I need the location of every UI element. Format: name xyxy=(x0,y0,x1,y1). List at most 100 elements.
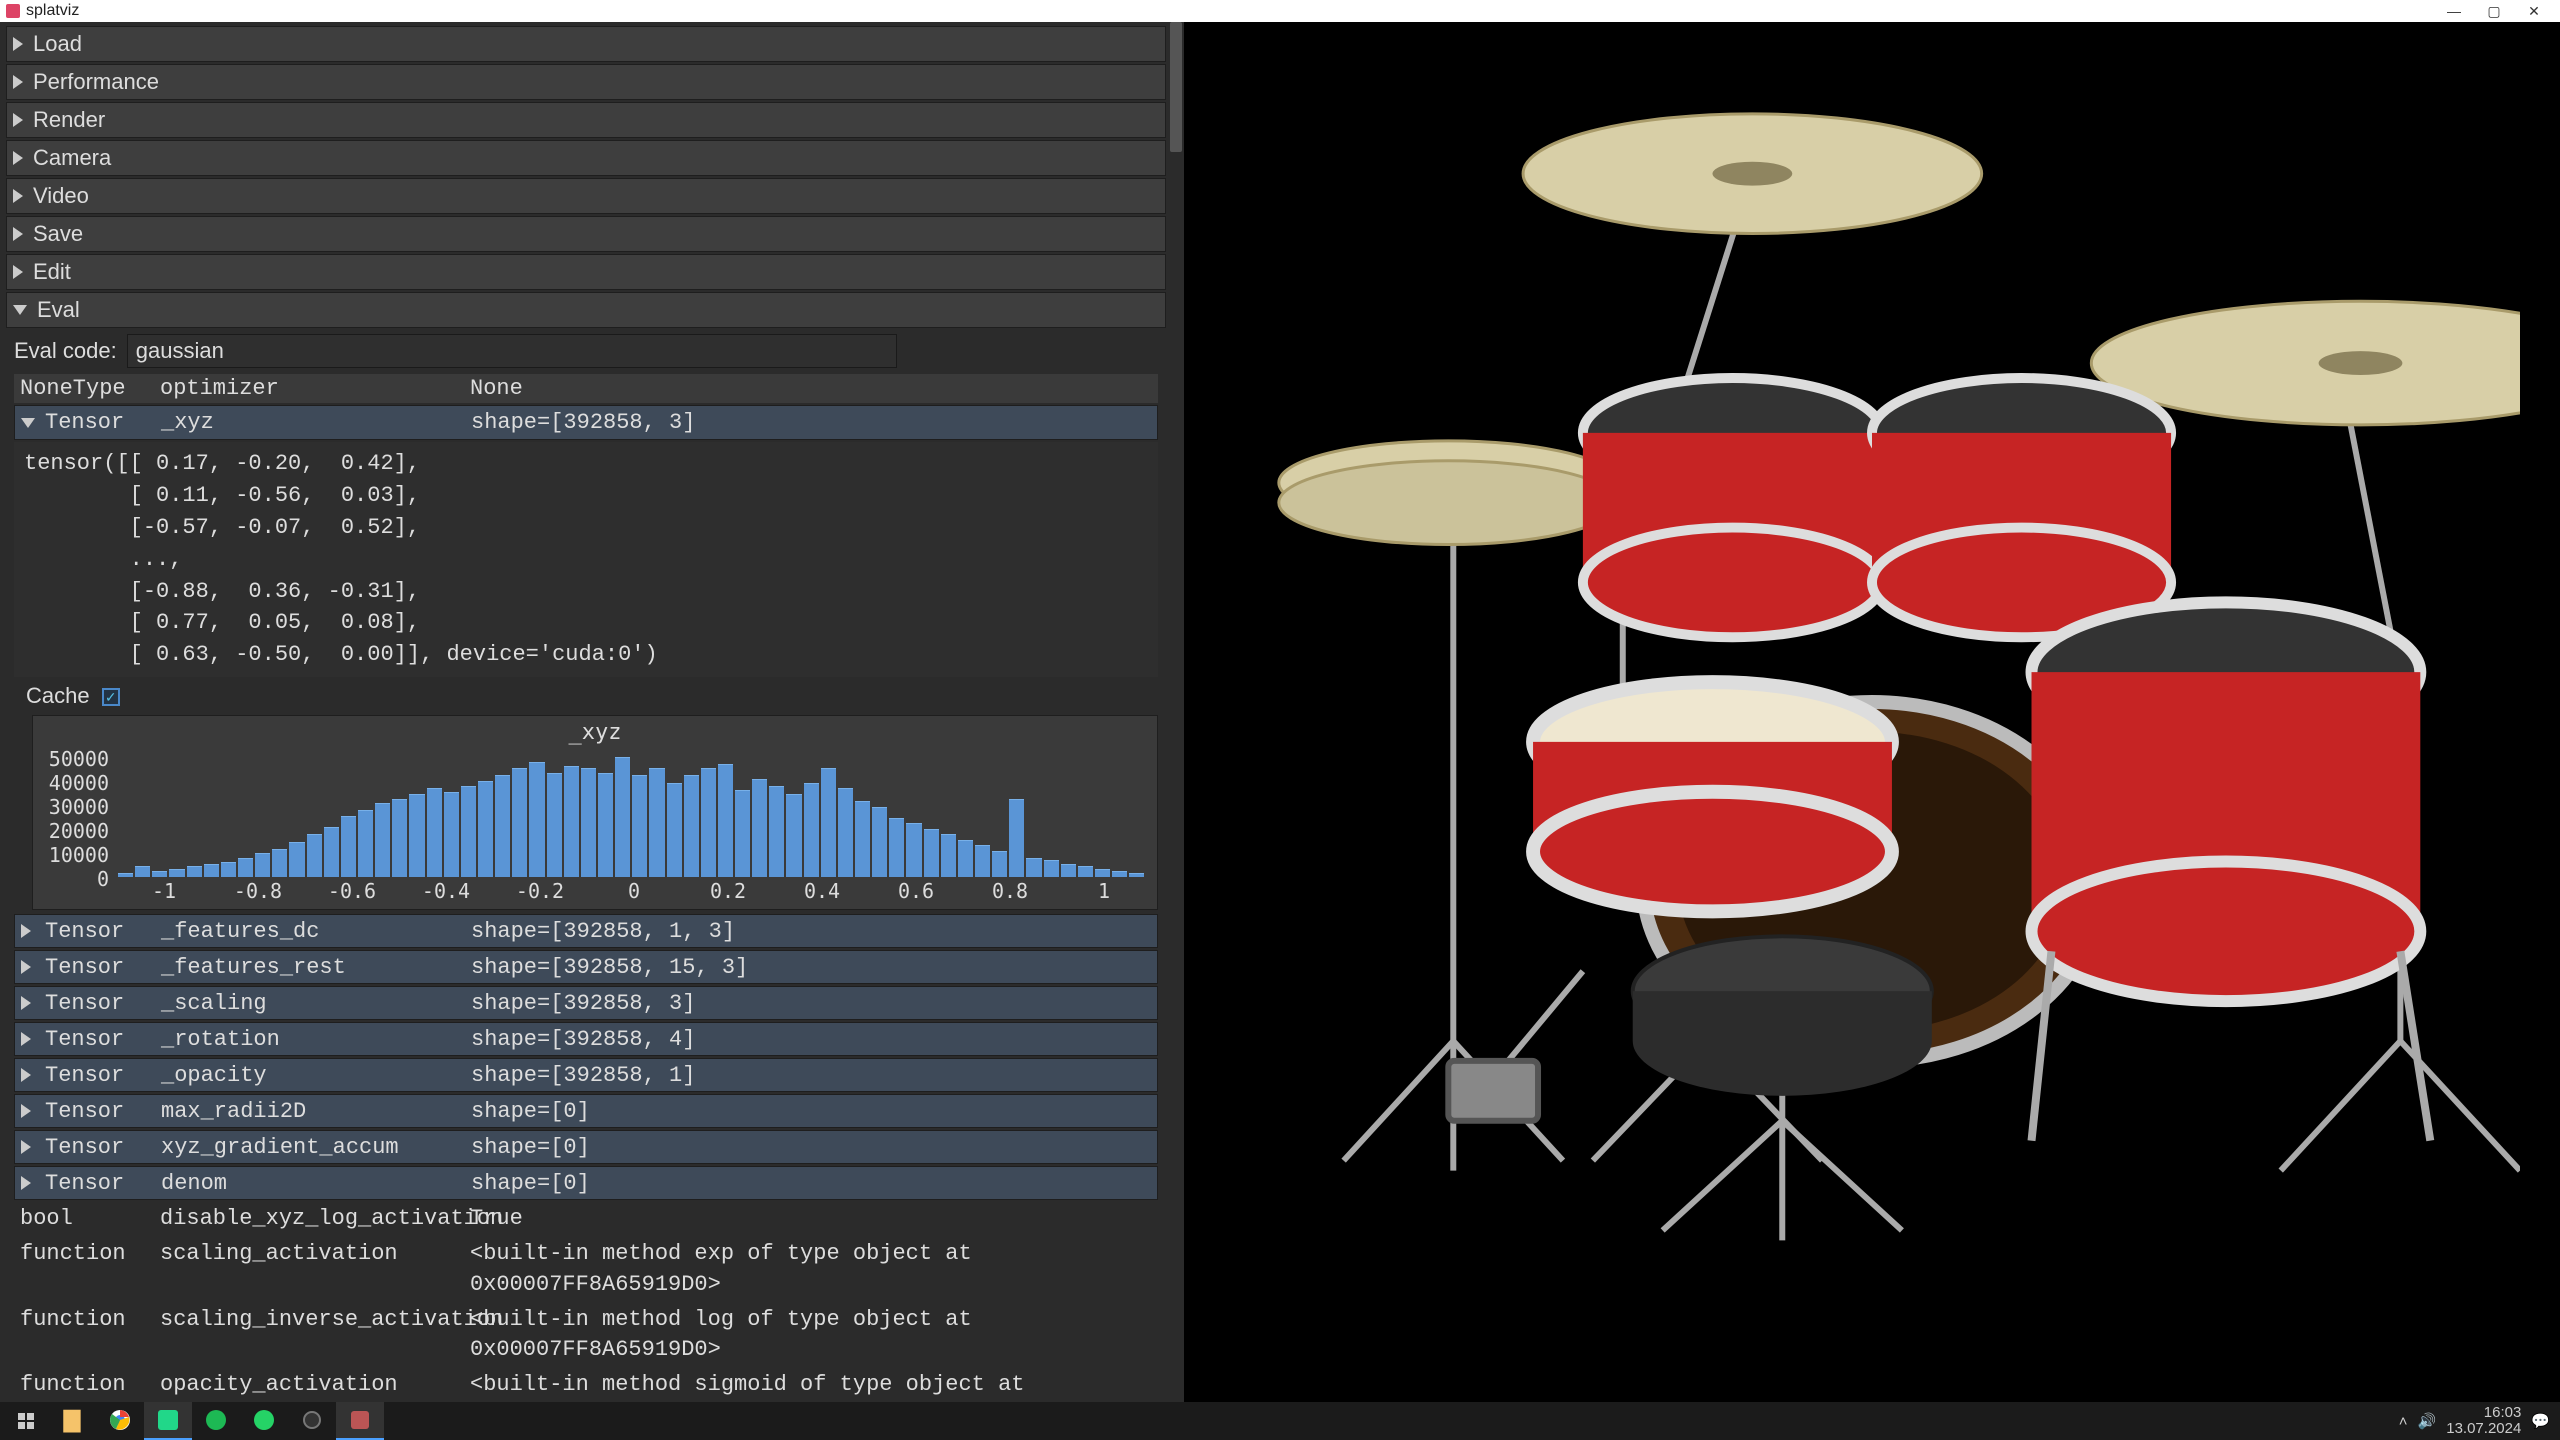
histogram-bar xyxy=(821,768,836,877)
tensor-row[interactable]: Tensormax_radii2Dshape=[0] xyxy=(14,1094,1158,1128)
attr-row: booldisable_xyz_log_activationTrue xyxy=(14,1202,1158,1237)
attr-row: functionopacity_activation<built-in meth… xyxy=(14,1368,1158,1402)
chevron-right-icon xyxy=(13,151,23,165)
histogram-bar xyxy=(1026,858,1041,878)
system-tray[interactable]: ˄ 🔊 16:03 13.07.2024 💬 xyxy=(2399,1405,2556,1438)
close-button[interactable]: ✕ xyxy=(2514,3,2554,20)
histogram-bar xyxy=(598,773,613,878)
chevron-right-icon xyxy=(21,1068,31,1082)
tensor-shape: shape=[392858, 4] xyxy=(471,1027,1151,1052)
section-render[interactable]: Render xyxy=(6,102,1166,138)
histogram-bar xyxy=(495,775,510,878)
tensor-type: Tensor xyxy=(45,1027,161,1052)
tensor-shape: shape=[392858, 15, 3] xyxy=(471,955,1151,980)
histogram-bar xyxy=(581,768,596,877)
chevron-right-icon xyxy=(21,1140,31,1154)
ytick-label: 30000 xyxy=(39,795,109,819)
section-eval[interactable]: Eval xyxy=(6,292,1166,328)
minimize-button[interactable]: — xyxy=(2434,3,2474,19)
tensor-name: _opacity xyxy=(161,1063,471,1088)
tensor-row[interactable]: Tensor_opacityshape=[392858, 1] xyxy=(14,1058,1158,1092)
histogram-bar xyxy=(906,823,921,878)
section-label: Save xyxy=(33,221,83,247)
histogram-bar xyxy=(1009,799,1024,878)
histogram-bar xyxy=(838,788,853,877)
taskbar-spotify[interactable] xyxy=(192,1402,240,1440)
render-viewport[interactable] xyxy=(1184,22,2560,1402)
xtick-label: 0.6 xyxy=(869,879,963,903)
tray-time: 16:03 xyxy=(2446,1405,2521,1422)
ytick-label: 10000 xyxy=(39,843,109,867)
left-scrollbar[interactable] xyxy=(1168,22,1184,1402)
tensor-type: Tensor xyxy=(45,1099,161,1124)
histogram-bar xyxy=(1112,871,1127,878)
histogram-bar xyxy=(152,871,167,878)
attr-row: functionscaling_activation<built-in meth… xyxy=(14,1237,1158,1303)
histogram-bar xyxy=(255,853,270,877)
histogram-bar xyxy=(135,866,150,877)
tensor-shape: shape=[392858, 1, 3] xyxy=(471,919,1151,944)
histogram-bar xyxy=(1078,866,1093,877)
maximize-button[interactable]: ▢ xyxy=(2474,3,2514,20)
section-load[interactable]: Load xyxy=(6,26,1166,62)
tray-chevron-icon[interactable]: ˄ xyxy=(2399,1413,2408,1430)
section-camera[interactable]: Camera xyxy=(6,140,1166,176)
taskbar-chrome[interactable] xyxy=(96,1402,144,1440)
tray-notifications-icon[interactable]: 💬 xyxy=(2531,1412,2550,1430)
tensor-row-expanded[interactable]: Tensor _xyz shape=[392858, 3] xyxy=(14,405,1158,440)
taskbar-whatsapp[interactable] xyxy=(240,1402,288,1440)
histogram-bar xyxy=(667,783,682,877)
window-title: splatviz xyxy=(26,2,79,20)
histogram-bar xyxy=(735,790,750,877)
section-edit[interactable]: Edit xyxy=(6,254,1166,290)
pycharm-icon xyxy=(158,1410,178,1430)
section-performance[interactable]: Performance xyxy=(6,64,1166,100)
tray-volume-icon[interactable]: 🔊 xyxy=(2418,1412,2437,1430)
chevron-right-icon xyxy=(13,227,23,241)
tray-clock[interactable]: 16:03 13.07.2024 xyxy=(2446,1405,2521,1438)
histogram-bars: 50000400003000020000100000 xyxy=(39,747,1151,877)
histogram-bar xyxy=(958,840,973,877)
histogram-xticks: -1-0.8-0.6-0.4-0.200.20.40.60.81 xyxy=(39,879,1151,903)
tensor-row[interactable]: Tensor_scalingshape=[392858, 3] xyxy=(14,986,1158,1020)
tensor-row[interactable]: Tensor_rotationshape=[392858, 4] xyxy=(14,1022,1158,1056)
scrollbar-thumb[interactable] xyxy=(1170,22,1182,152)
cache-checkbox[interactable]: ✓ xyxy=(102,688,120,706)
chevron-right-icon xyxy=(21,1176,31,1190)
ytick-label: 40000 xyxy=(39,771,109,795)
eval-code-input[interactable] xyxy=(127,334,897,368)
tensor-shape: shape=[392858, 3] xyxy=(471,991,1151,1016)
windows-taskbar[interactable]: ▇ ˄ 🔊 16:03 13.07.2024 💬 xyxy=(0,1402,2560,1440)
tensor-row[interactable]: Tensorxyz_gradient_accumshape=[0] xyxy=(14,1130,1158,1164)
attr-type: function xyxy=(20,1370,160,1402)
chevron-right-icon xyxy=(13,265,23,279)
section-save[interactable]: Save xyxy=(6,216,1166,252)
histogram-bar xyxy=(324,827,339,877)
spotify-icon xyxy=(206,1410,226,1430)
taskbar-pycharm[interactable] xyxy=(144,1402,192,1440)
taskbar-obs[interactable] xyxy=(288,1402,336,1440)
tensor-row[interactable]: Tensor_features_restshape=[392858, 15, 3… xyxy=(14,950,1158,984)
app-icon xyxy=(6,4,20,18)
taskbar-splatviz[interactable] xyxy=(336,1402,384,1440)
tensor-row[interactable]: Tensor_features_dcshape=[392858, 1, 3] xyxy=(14,914,1158,948)
start-button[interactable] xyxy=(4,1402,48,1440)
xtick-label: 0 xyxy=(587,879,681,903)
attr-name: disable_xyz_log_activation xyxy=(160,1204,470,1235)
tensor-row[interactable]: Tensordenomshape=[0] xyxy=(14,1166,1158,1200)
tensor-shape: shape=[0] xyxy=(471,1135,1151,1160)
obs-icon xyxy=(303,1411,321,1429)
section-label: Video xyxy=(33,183,89,209)
chevron-right-icon xyxy=(13,37,23,51)
histogram-bar xyxy=(1095,869,1110,878)
taskbar-explorer[interactable]: ▇ xyxy=(48,1402,96,1440)
histogram-bar xyxy=(1044,860,1059,877)
attr-value: <built-in method exp of type object at 0… xyxy=(470,1239,1152,1301)
histogram-bar xyxy=(221,862,236,877)
attr-type: function xyxy=(20,1305,160,1367)
eval-code-label: Eval code: xyxy=(14,338,117,364)
histogram-bar xyxy=(444,792,459,877)
ytick-label: 50000 xyxy=(39,747,109,771)
section-video[interactable]: Video xyxy=(6,178,1166,214)
chevron-right-icon xyxy=(21,996,31,1010)
